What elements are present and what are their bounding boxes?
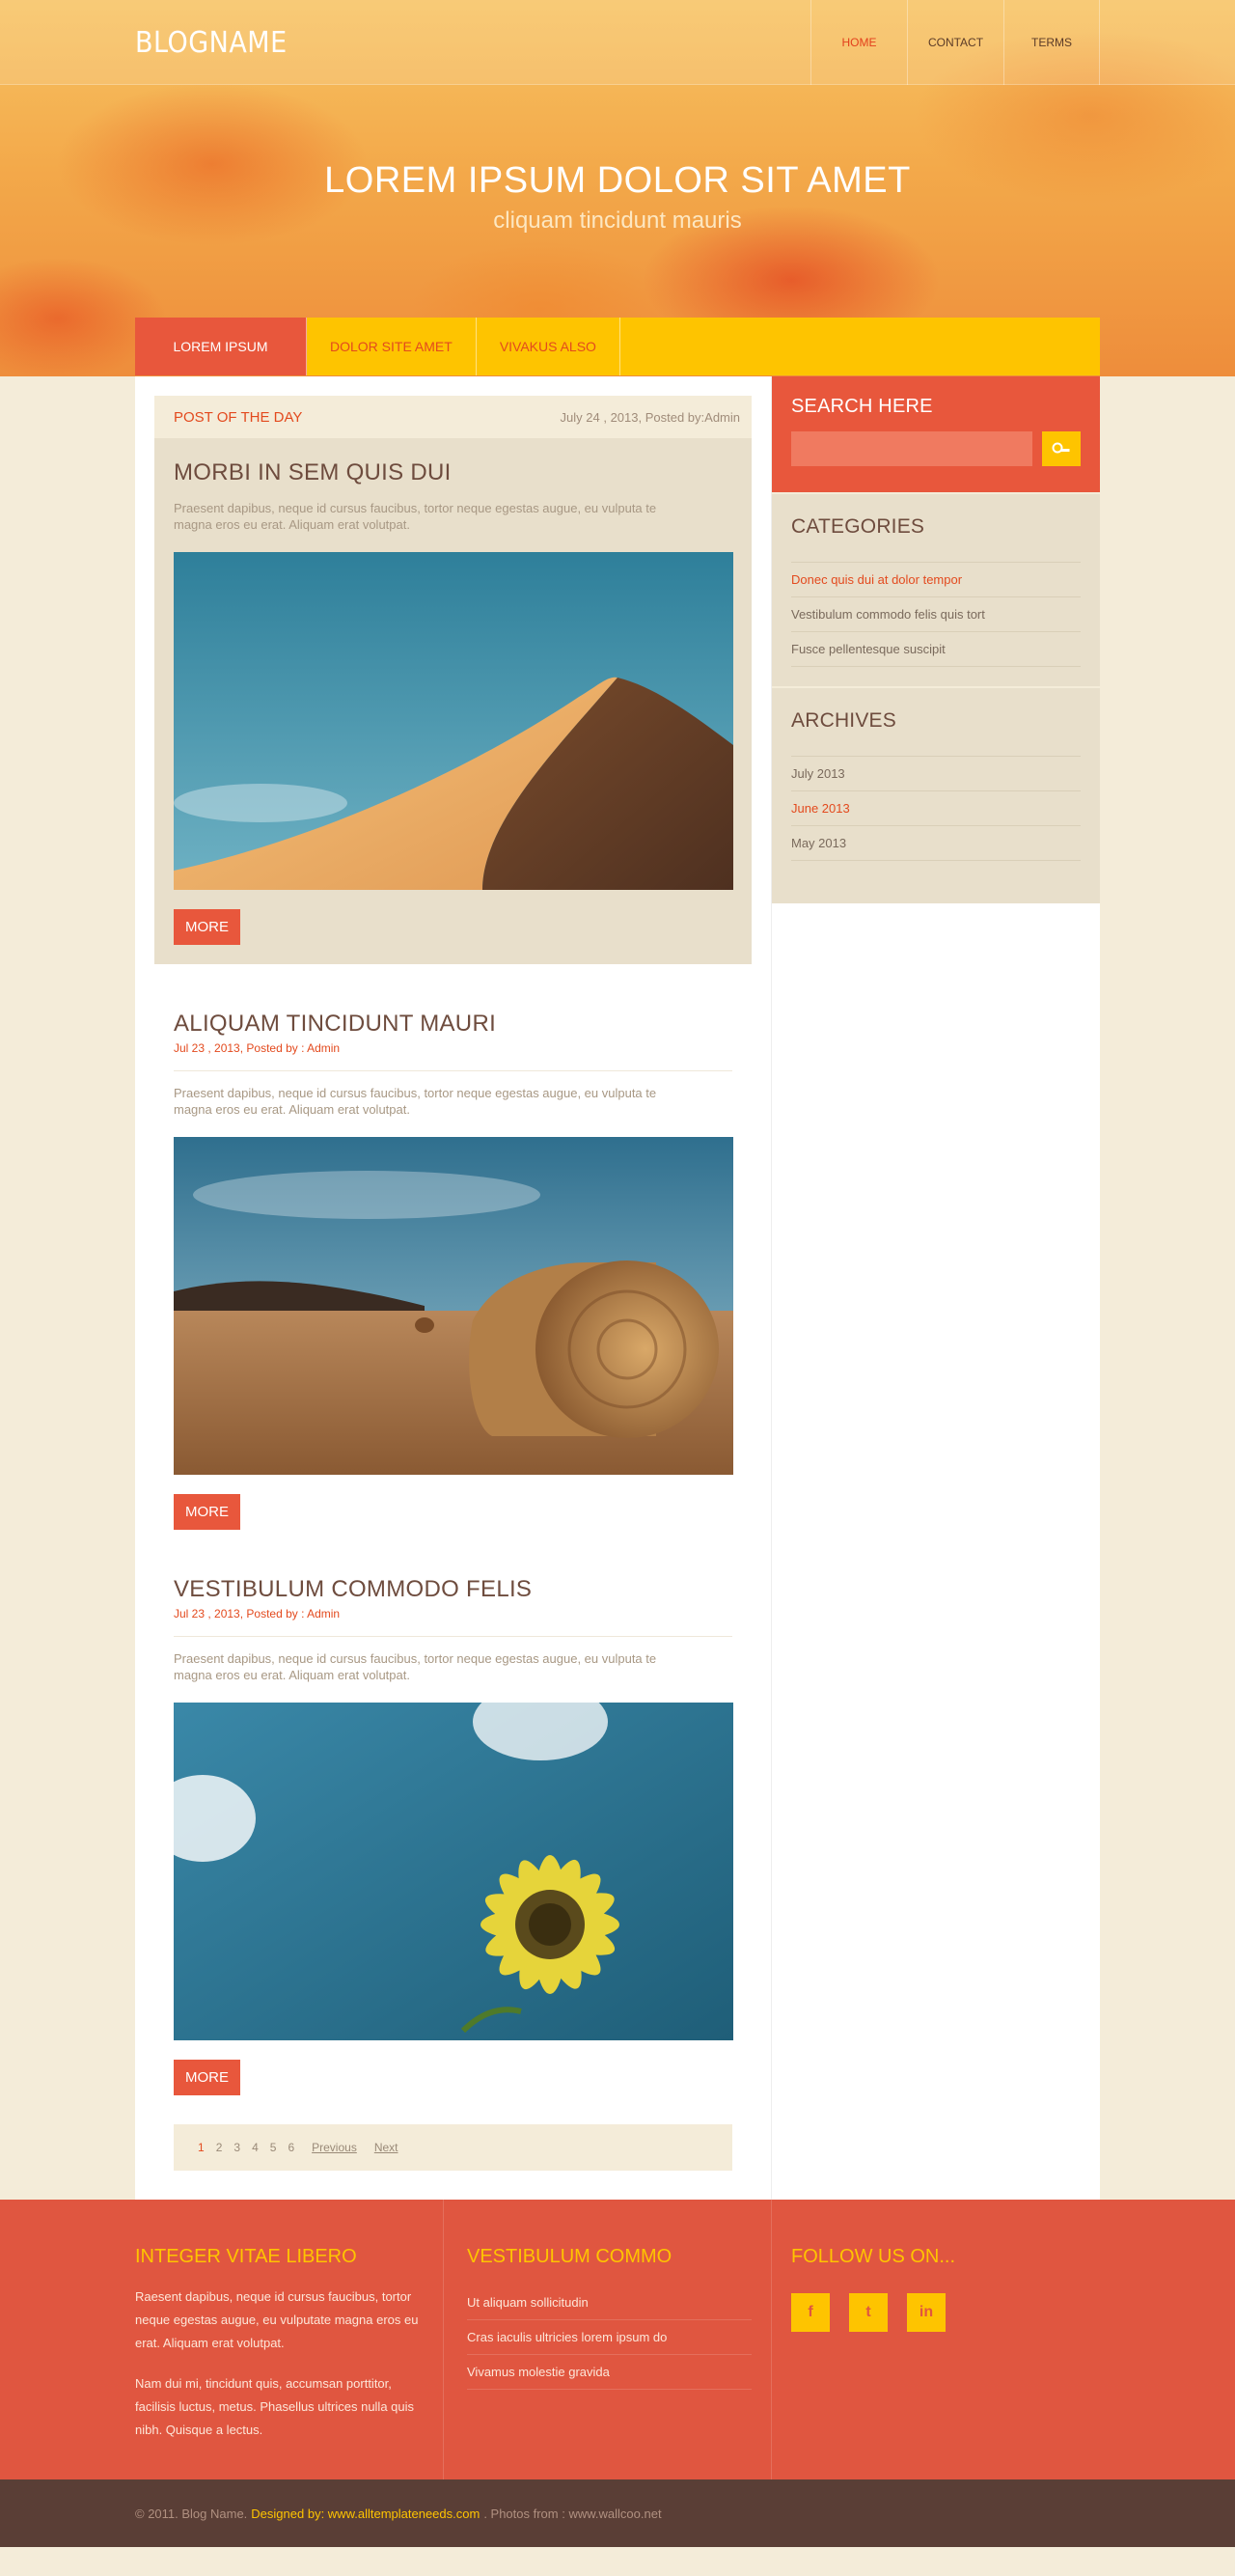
top-bar: BLOGNAME HOME CONTACT TERMS: [0, 0, 1235, 85]
category-item[interactable]: Donec quis dui at dolor tempor: [791, 563, 1081, 597]
potd-meta: July 24 , 2013, Posted by:Admin: [560, 409, 740, 425]
footer-link-list: Ut aliquam sollicitudin Cras iaculis ult…: [467, 2285, 752, 2390]
footer-col1-p2: Nam dui mi, tincidunt quis, accumsan por…: [135, 2376, 415, 2437]
copyright-text: © 2011. Blog Name.: [135, 2506, 248, 2521]
footer-col1-p1: Raesent dapibus, neque id cursus faucibu…: [135, 2289, 419, 2350]
hay-bale-image[interactable]: [174, 1137, 733, 1475]
categories-list: Donec quis dui at dolor tempor Vestibulu…: [791, 562, 1081, 667]
footer-col3-title: FOLLOW US ON...: [791, 2246, 956, 2267]
copyright-bar: © 2011. Blog Name. Designed by: www.allt…: [0, 2479, 1235, 2547]
search-widget: SEARCH HERE: [772, 376, 1100, 492]
post-excerpt: Praesent dapibus, neque id cursus faucib…: [174, 501, 657, 532]
footer-col-about: INTEGER VITAE LIBERO Raesent dapibus, ne…: [135, 2200, 444, 2479]
post-title[interactable]: ALIQUAM TINCIDUNT MAURI: [174, 1003, 732, 1038]
footer-link[interactable]: Cras iaculis ultricies lorem ipsum do: [467, 2320, 752, 2355]
footer: INTEGER VITAE LIBERO Raesent dapibus, ne…: [0, 2200, 1235, 2479]
search-row: [791, 431, 1081, 466]
more-button[interactable]: MORE: [174, 1494, 240, 1530]
more-button[interactable]: MORE: [174, 2060, 240, 2095]
designer-link[interactable]: Designed by: www.alltemplateneeds.com: [251, 2507, 480, 2521]
footer-link[interactable]: Ut aliquam sollicitudin: [467, 2285, 752, 2320]
hero-subtitle: cliquam tincidunt mauris: [493, 208, 742, 234]
post-of-the-day: POST OF THE DAY July 24 , 2013, Posted b…: [154, 396, 752, 964]
footer-link[interactable]: Vivamus molestie gravida: [467, 2355, 752, 2390]
main-area: POST OF THE DAY July 24 , 2013, Posted b…: [135, 376, 1100, 2200]
potd-label: POST OF THE DAY: [174, 408, 303, 426]
page-link-2[interactable]: 2: [216, 2141, 223, 2154]
page-link-6[interactable]: 6: [288, 2141, 294, 2154]
catnav-lorem-ipsum[interactable]: LOREM IPSUM: [135, 318, 307, 375]
post-excerpt: Praesent dapibus, neque id cursus faucib…: [174, 1651, 657, 1682]
categories-title: CATEGORIES: [791, 515, 925, 538]
page-link-4[interactable]: 4: [252, 2141, 259, 2154]
nav-home[interactable]: HOME: [810, 0, 907, 85]
search-button[interactable]: [1042, 431, 1081, 466]
sidebar: SEARCH HERE CATEGORIES Donec quis dui at…: [772, 376, 1100, 2200]
social-links: f t in: [791, 2293, 1100, 2332]
nav-contact[interactable]: CONTACT: [907, 0, 1003, 85]
page-link-1[interactable]: 1: [198, 2141, 205, 2154]
pagination: 1 2 3 4 5 6 Previous Next: [174, 2124, 732, 2171]
top-nav: HOME CONTACT TERMS: [810, 0, 1100, 85]
archives-list: July 2013 June 2013 May 2013: [791, 756, 1081, 861]
next-link[interactable]: Next: [374, 2141, 398, 2154]
category-item[interactable]: Fusce pellentesque suscipit: [791, 632, 1081, 667]
archive-item[interactable]: July 2013: [791, 757, 1081, 791]
blog-post: VESTIBULUM COMMODO FELIS Jul 23 , 2013, …: [154, 1568, 752, 2095]
search-icon: [1052, 442, 1070, 454]
potd-post: MORBI IN SEM QUIS DUI Praesent dapibus, …: [154, 438, 752, 945]
footer-col-social: FOLLOW US ON... f t in: [772, 2200, 1100, 2479]
hero-text: LOREM IPSUM DOLOR SIT AMET cliquam tinci…: [0, 85, 1235, 235]
category-item[interactable]: Vestibulum commodo felis quis tort: [791, 597, 1081, 632]
search-input[interactable]: [791, 431, 1032, 466]
desert-dune-image[interactable]: [174, 552, 733, 890]
category-nav: LOREM IPSUM DOLOR SITE AMET VIVAKUS ALSO: [135, 318, 1100, 375]
post-meta: Jul 23 , 2013, Posted by : Admin: [174, 1041, 732, 1071]
hero-banner: BLOGNAME HOME CONTACT TERMS LOREM IPSUM …: [0, 0, 1235, 376]
footer-col2-title: VESTIBULUM COMMO: [467, 2246, 672, 2267]
page-link-3[interactable]: 3: [233, 2141, 240, 2154]
archives-title: ARCHIVES: [791, 709, 896, 732]
nav-terms[interactable]: TERMS: [1003, 0, 1100, 85]
site-logo[interactable]: BLOGNAME: [135, 26, 288, 60]
linkedin-icon[interactable]: in: [907, 2293, 946, 2332]
catnav-vivakus-also[interactable]: VIVAKUS ALSO: [477, 318, 620, 375]
catnav-dolor-site-amet[interactable]: DOLOR SITE AMET: [307, 318, 477, 375]
previous-link[interactable]: Previous: [312, 2141, 357, 2154]
sunflower-image[interactable]: [174, 1703, 733, 2040]
post-excerpt: Praesent dapibus, neque id cursus faucib…: [174, 1086, 657, 1117]
categories-widget: CATEGORIES Donec quis dui at dolor tempo…: [772, 492, 1100, 686]
content-column: POST OF THE DAY July 24 , 2013, Posted b…: [135, 376, 772, 2200]
potd-header: POST OF THE DAY July 24 , 2013, Posted b…: [154, 396, 752, 438]
blog-post: ALIQUAM TINCIDUNT MAURI Jul 23 , 2013, P…: [154, 1003, 752, 1530]
photos-credit: . Photos from : www.wallcoo.net: [483, 2506, 662, 2521]
twitter-icon[interactable]: t: [849, 2293, 888, 2332]
page-link-5[interactable]: 5: [270, 2141, 277, 2154]
post-title[interactable]: MORBI IN SEM QUIS DUI: [174, 438, 732, 486]
hero-title: LOREM IPSUM DOLOR SIT AMET: [324, 160, 911, 201]
archives-widget: ARCHIVES July 2013 June 2013 May 2013: [772, 686, 1100, 903]
more-button[interactable]: MORE: [174, 909, 240, 945]
post-title[interactable]: VESTIBULUM COMMODO FELIS: [174, 1568, 732, 1603]
archive-item[interactable]: May 2013: [791, 826, 1081, 861]
post-meta: Jul 23 , 2013, Posted by : Admin: [174, 1607, 732, 1637]
archive-item[interactable]: June 2013: [791, 791, 1081, 826]
footer-col1-title: INTEGER VITAE LIBERO: [135, 2246, 357, 2267]
facebook-icon[interactable]: f: [791, 2293, 830, 2332]
search-title: SEARCH HERE: [791, 396, 933, 417]
footer-col-links: VESTIBULUM COMMO Ut aliquam sollicitudin…: [444, 2200, 772, 2479]
